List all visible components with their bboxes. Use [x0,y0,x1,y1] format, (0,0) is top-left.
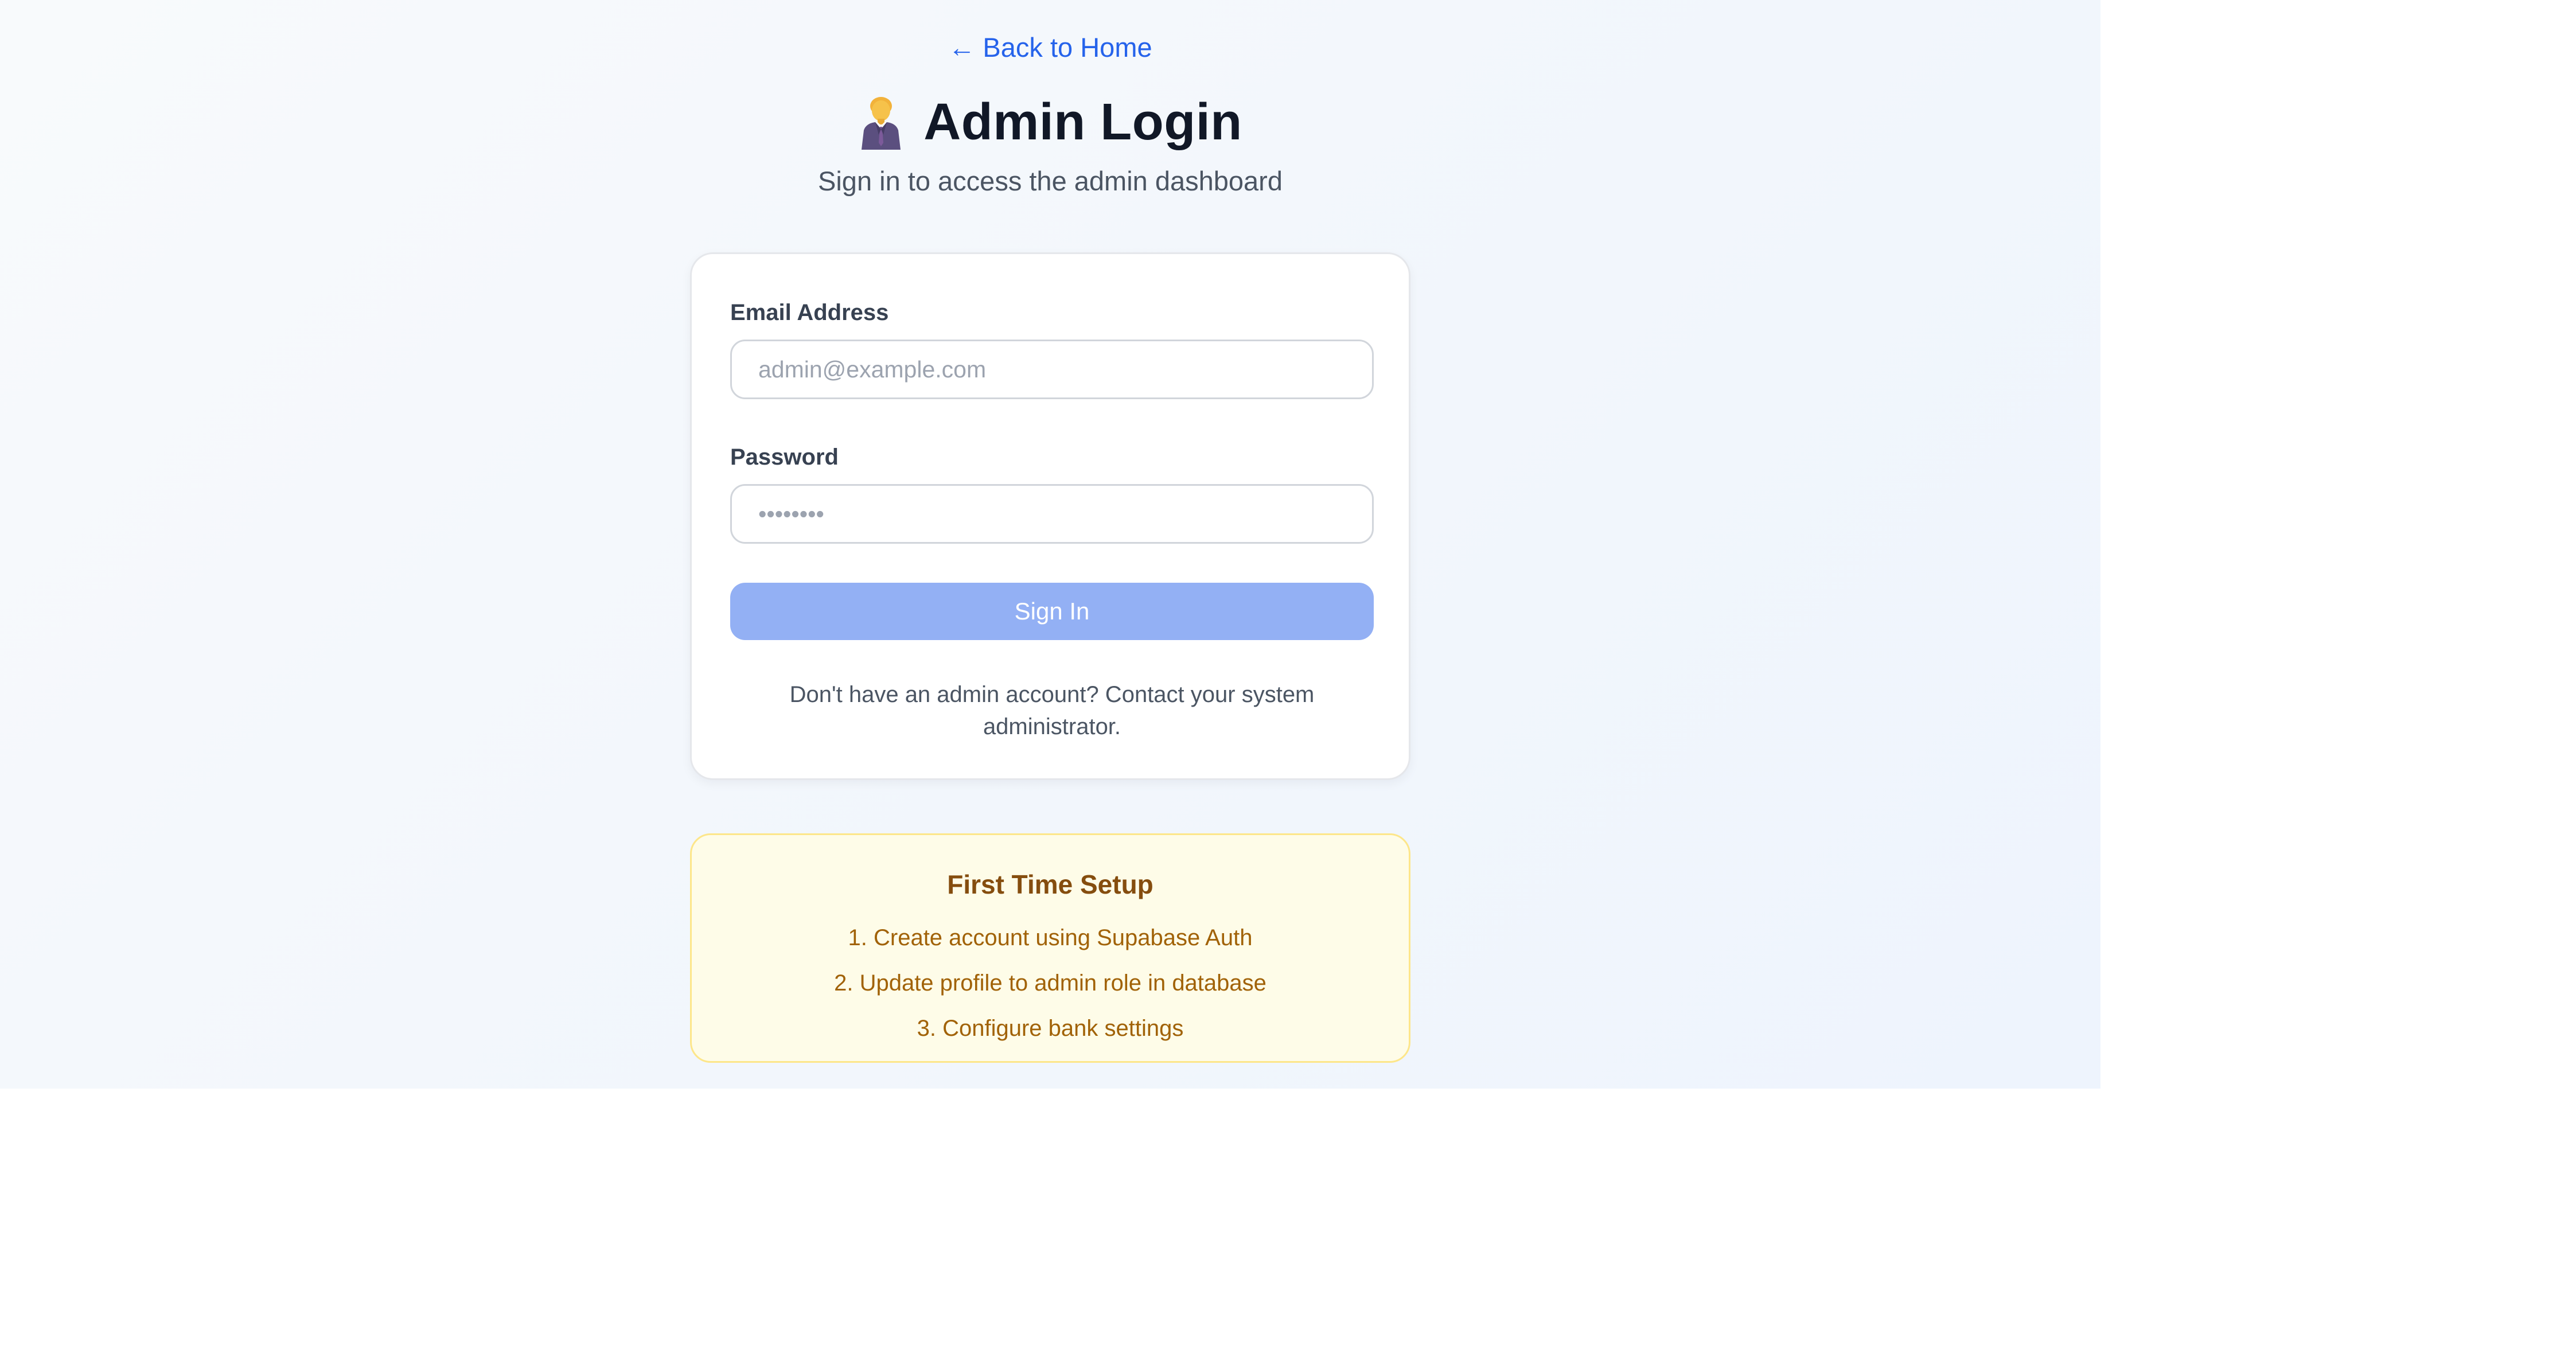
setup-steps-list: 1. Create account using Supabase Auth 2.… [692,915,1409,1051]
back-to-home-link[interactable]: ← Back to Home [0,28,2100,68]
page-title-text: Admin Login [923,93,1242,151]
first-time-setup-box: First Time Setup 1. Create account using… [690,833,1410,1063]
email-label: Email Address [730,300,889,325]
contact-admin-text: Don't have an admin account? Contact you… [789,682,1315,739]
setup-step: 2. Update profile to admin role in datab… [834,970,1266,996]
page-title: Admin Login [0,91,2100,154]
page-subtitle: Sign in to access the admin dashboard [818,166,1283,196]
email-field[interactable] [730,340,1374,399]
password-field[interactable] [730,484,1374,544]
password-label: Password [730,444,839,470]
setup-step: 1. Create account using Supabase Auth [848,925,1253,950]
businessman-emoji-icon [858,95,904,150]
login-card: Email Address Password Sign In Don't hav… [690,252,1410,780]
setup-step: 3. Configure bank settings [917,1016,1184,1041]
setup-title: First Time Setup [947,869,1153,899]
sign-in-button[interactable]: Sign In [730,583,1374,640]
